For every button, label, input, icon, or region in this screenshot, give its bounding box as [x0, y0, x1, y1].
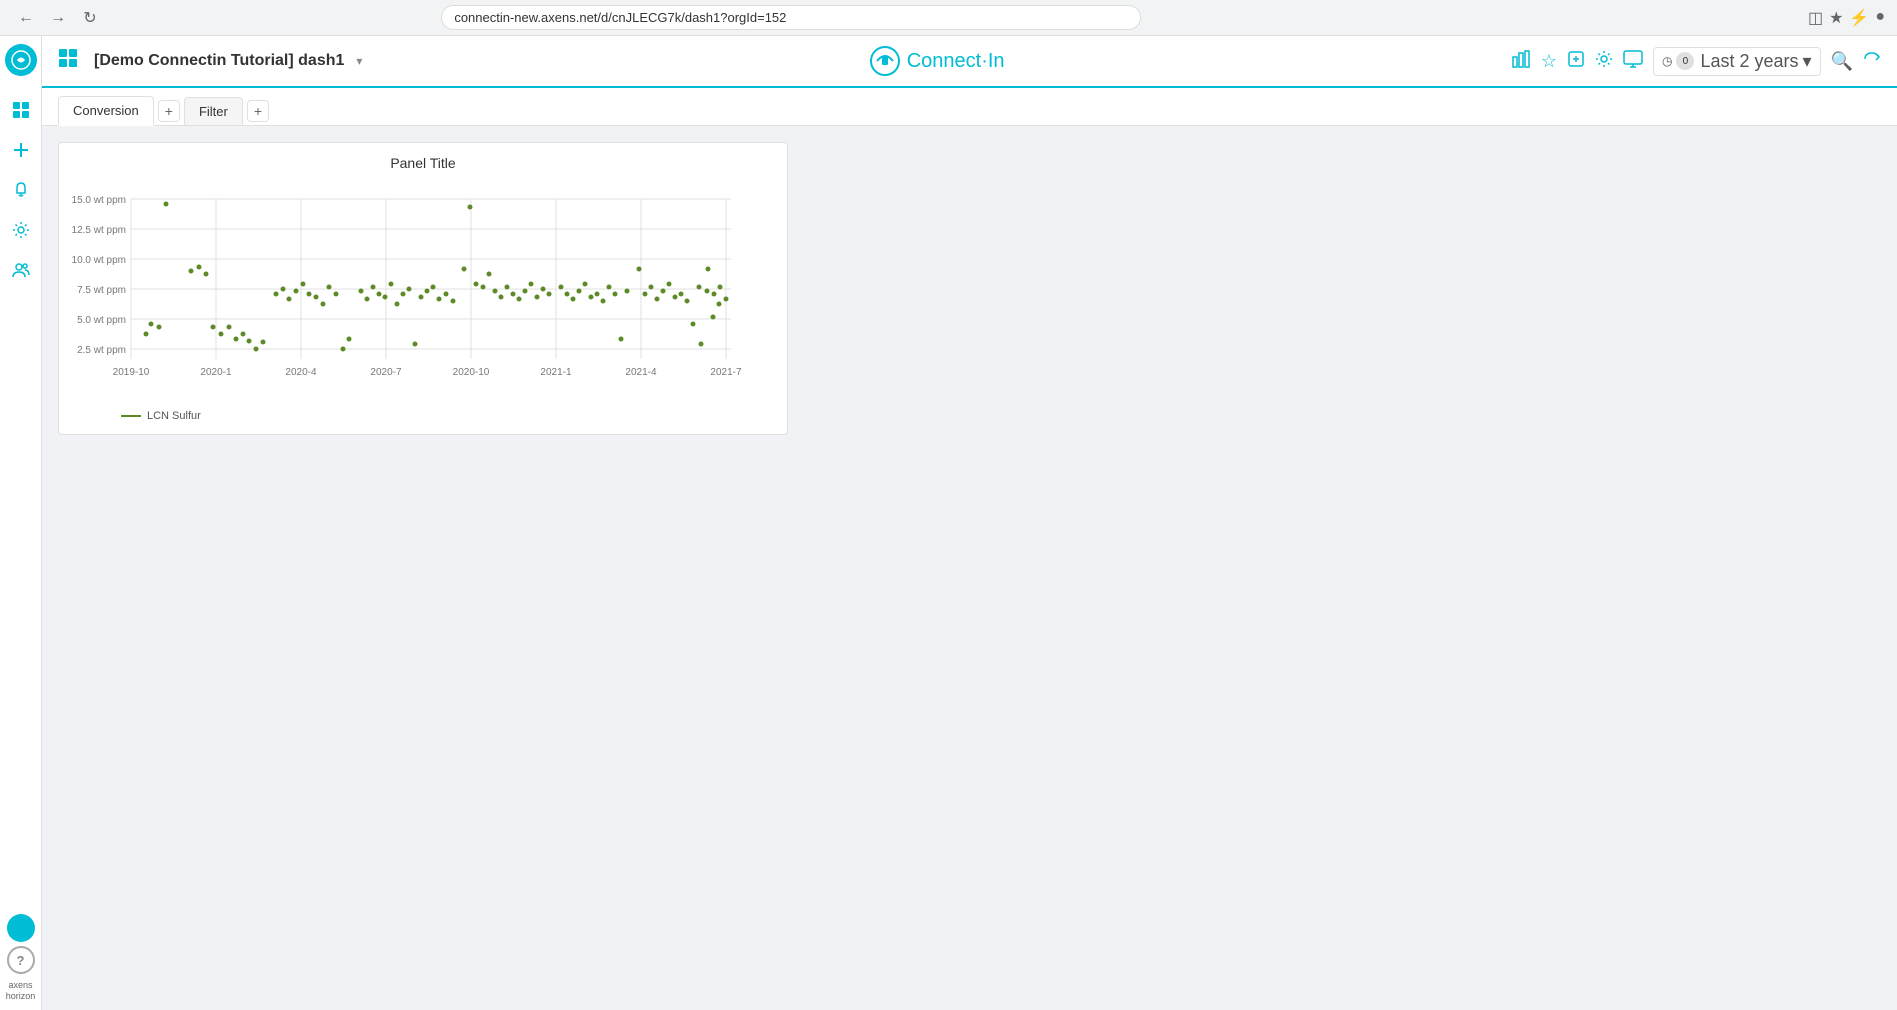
nav-actions: ☆ [1511, 47, 1881, 76]
sidebar-help-button[interactable]: ? [7, 946, 35, 974]
sidebar-brand: axens horizon [0, 980, 41, 1002]
tab-filter[interactable]: Filter [184, 97, 243, 125]
main-content: [Demo Connectin Tutorial] dash1 ▾ Connec… [42, 36, 1897, 1010]
brand-name: Connect·In [907, 50, 1005, 73]
time-filter-count: 0 [1676, 52, 1694, 70]
sidebar-item-grid[interactable] [3, 92, 39, 128]
svg-text:2020-4: 2020-4 [285, 367, 317, 378]
chart-legend: LCN Sulfur [71, 404, 775, 422]
svg-text:2021-1: 2021-1 [540, 367, 572, 378]
browser-actions: ◫ ★ ⚡ ● [1808, 8, 1885, 28]
reload-button[interactable]: ↻ [76, 4, 104, 32]
browser-nav[interactable]: ← → ↻ [12, 4, 104, 32]
tab-add-conversion[interactable]: + [158, 100, 180, 122]
sidebar-item-bell[interactable] [3, 172, 39, 208]
tab-add-filter[interactable]: + [247, 100, 269, 122]
time-filter-label: Last 2 years [1700, 51, 1798, 72]
svg-text:7.5 wt ppm: 7.5 wt ppm [77, 285, 126, 296]
share-icon[interactable] [1567, 50, 1585, 73]
svg-text:2021-7: 2021-7 [710, 367, 742, 378]
svg-text:2020-7: 2020-7 [370, 367, 402, 378]
sidebar-item-plus[interactable] [3, 132, 39, 168]
svg-text:12.5 wt ppm: 12.5 wt ppm [72, 225, 126, 236]
tab-filter-label: Filter [199, 104, 228, 119]
search-icon[interactable]: 🔍 [1831, 51, 1853, 72]
monitor-icon[interactable] [1623, 50, 1643, 73]
puzzle-icon[interactable]: ⚡ [1849, 8, 1869, 28]
svg-text:5.0 wt ppm: 5.0 wt ppm [77, 315, 126, 326]
svg-text:2020-10: 2020-10 [453, 367, 490, 378]
chart-title: Panel Title [71, 155, 775, 171]
brand-logo: Connect·In [869, 45, 1005, 77]
settings-icon[interactable] [1595, 50, 1613, 73]
chart-svg: 15.0 wt ppm 12.5 wt ppm 10.0 wt ppm 7.5 … [71, 179, 751, 399]
forward-button[interactable]: → [44, 4, 72, 32]
legend-line [121, 415, 141, 417]
extension-icon[interactable]: ◫ [1808, 8, 1823, 28]
svg-text:2.5 wt ppm: 2.5 wt ppm [77, 345, 126, 356]
top-nav: [Demo Connectin Tutorial] dash1 ▾ Connec… [42, 36, 1897, 88]
star-icon[interactable]: ☆ [1541, 51, 1557, 72]
brand-logo-container: Connect·In [869, 45, 1005, 77]
panel-area: Panel Title [42, 126, 1897, 1010]
bookmark-icon[interactable]: ★ [1829, 8, 1843, 28]
sidebar: ? axens horizon [0, 36, 42, 1010]
account-icon[interactable]: ● [1875, 8, 1885, 28]
app-container: ? axens horizon [Demo Connectin Tutorial… [0, 36, 1897, 1010]
back-button[interactable]: ← [12, 4, 40, 32]
dashboard-title[interactable]: [Demo Connectin Tutorial] dash1 [94, 52, 344, 70]
svg-text:2021-4: 2021-4 [625, 367, 657, 378]
address-bar[interactable]: connectin-new.axens.net/d/cnJLECG7k/dash… [441, 5, 1141, 30]
svg-text:10.0 wt ppm: 10.0 wt ppm [72, 255, 126, 266]
sidebar-item-settings[interactable] [3, 212, 39, 248]
clock-icon: ◷ [1662, 54, 1672, 68]
tab-conversion[interactable]: Conversion [58, 96, 154, 126]
tab-conversion-label: Conversion [73, 103, 139, 118]
chart-container: 15.0 wt ppm 12.5 wt ppm 10.0 wt ppm 7.5 … [71, 179, 775, 404]
sidebar-circle-button[interactable] [7, 914, 35, 942]
svg-text:15.0 wt ppm: 15.0 wt ppm [72, 195, 126, 206]
sidebar-item-people[interactable] [3, 252, 39, 288]
browser-bar: ← → ↻ connectin-new.axens.net/d/cnJLECG7… [0, 0, 1897, 36]
svg-text:2020-1: 2020-1 [200, 367, 232, 378]
title-caret[interactable]: ▾ [356, 54, 362, 68]
chart-panel: Panel Title [58, 142, 788, 435]
sidebar-bottom: ? axens horizon [0, 914, 41, 1002]
svg-text:2019-10: 2019-10 [113, 367, 150, 378]
refresh-icon[interactable] [1863, 50, 1881, 73]
app-grid-icon [58, 48, 78, 74]
legend-label: LCN Sulfur [147, 410, 201, 422]
chart-icon[interactable] [1511, 49, 1531, 74]
tab-bar: Conversion + Filter + [42, 88, 1897, 126]
time-filter[interactable]: ◷ 0 Last 2 years ▾ [1653, 47, 1821, 76]
time-filter-caret: ▾ [1803, 51, 1812, 72]
sidebar-logo[interactable] [5, 44, 37, 76]
